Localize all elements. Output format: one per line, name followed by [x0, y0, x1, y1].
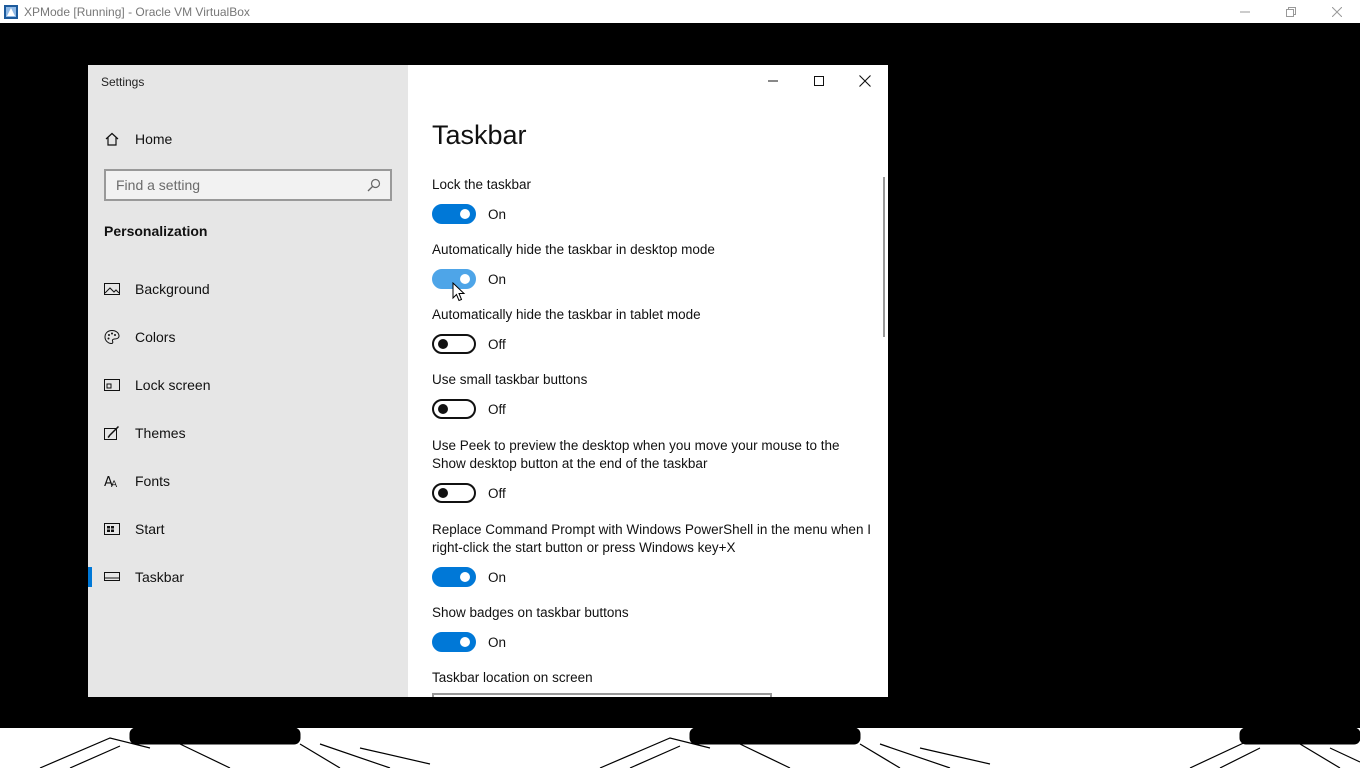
sidebar-item-label: Lock screen	[135, 377, 211, 393]
sidebar-item-colors[interactable]: Colors	[88, 313, 408, 361]
minimize-icon	[1240, 11, 1250, 12]
lock-screen-icon	[104, 377, 120, 393]
peek-toggle[interactable]	[432, 483, 476, 503]
setting-lock-taskbar: Lock the taskbar On	[432, 176, 872, 224]
sidebar-item-label: Colors	[135, 329, 176, 345]
section-header: Personalization	[104, 223, 208, 239]
host-window-title: XPMode [Running] - Oracle VM VirtualBox	[24, 4, 250, 19]
scrollbar-thumb[interactable]	[883, 177, 885, 337]
toggle-state: On	[488, 206, 507, 222]
setting-powershell: Replace Command Prompt with Windows Powe…	[432, 521, 872, 587]
toggle-state: On	[488, 634, 507, 650]
sidebar-item-taskbar[interactable]: Taskbar	[88, 553, 408, 601]
sidebar-item-label: Start	[135, 521, 165, 537]
brush-icon	[104, 425, 120, 441]
mouse-cursor-icon	[452, 282, 466, 302]
setting-label: Automatically hide the taskbar in tablet…	[432, 307, 701, 322]
setting-label: Lock the taskbar	[432, 177, 532, 192]
sidebar-item-fonts[interactable]: AA Fonts	[88, 457, 408, 505]
host-window-controls	[1222, 0, 1360, 23]
toggle-state: On	[488, 271, 507, 287]
taskbar-location-dropdown[interactable]	[432, 693, 772, 697]
sidebar-item-label: Taskbar	[135, 569, 185, 585]
setting-taskbar-location: Taskbar location on screen	[432, 669, 872, 687]
autohide-tablet-toggle[interactable]	[432, 334, 476, 354]
setting-label: Replace Command Prompt with Windows Powe…	[432, 522, 871, 555]
settings-window: Settings Home Personalization Background	[88, 65, 888, 697]
lock-taskbar-toggle[interactable]	[432, 204, 476, 224]
search-icon[interactable]	[366, 177, 382, 193]
picture-icon	[104, 281, 120, 297]
toggle-state: Off	[488, 336, 506, 352]
setting-label: Use small taskbar buttons	[432, 372, 588, 387]
small-buttons-toggle[interactable]	[432, 399, 476, 419]
toggle-state: Off	[488, 485, 506, 501]
palette-icon	[104, 329, 120, 345]
badges-toggle[interactable]	[432, 632, 476, 652]
virtualbox-app-icon[interactable]	[3, 4, 19, 20]
sidebar-item-label: Background	[135, 281, 210, 297]
home-icon	[104, 131, 120, 147]
home-nav-item[interactable]: Home	[104, 129, 172, 149]
font-icon: AA	[104, 473, 120, 489]
setting-peek: Use Peek to preview the desktop when you…	[432, 437, 872, 503]
sidebar-item-label: Themes	[135, 425, 186, 441]
page-title: Taskbar	[432, 120, 527, 150]
toggle-state: Off	[488, 401, 506, 417]
setting-autohide-desktop: Automatically hide the taskbar in deskto…	[432, 241, 872, 289]
setting-badges: Show badges on taskbar buttons On	[432, 604, 872, 652]
setting-label: Use Peek to preview the desktop when you…	[432, 438, 840, 471]
svg-text:A: A	[111, 480, 118, 489]
sidebar-item-lock-screen[interactable]: Lock screen	[88, 361, 408, 409]
sidebar-item-label: Fonts	[135, 473, 171, 489]
setting-label: Taskbar location on screen	[432, 670, 593, 685]
host-minimize-button[interactable]	[1222, 0, 1268, 23]
host-title-bar: XPMode [Running] - Oracle VM VirtualBox	[0, 0, 1360, 23]
host-desktop-strip	[0, 728, 1360, 768]
setting-label: Show badges on taskbar buttons	[432, 605, 629, 620]
start-icon	[104, 521, 120, 537]
sidebar-item-themes[interactable]: Themes	[88, 409, 408, 457]
search-input[interactable]	[116, 177, 366, 193]
content-pane: Taskbar Lock the taskbar On Automaticall…	[432, 65, 872, 697]
setting-small-buttons: Use small taskbar buttons Off	[432, 371, 872, 419]
setting-autohide-tablet: Automatically hide the taskbar in tablet…	[432, 306, 872, 354]
restore-icon	[1286, 6, 1296, 17]
sidebar-item-start[interactable]: Start	[88, 505, 408, 553]
close-icon	[1332, 6, 1342, 17]
sidebar: Settings Home Personalization Background	[88, 65, 408, 697]
search-box[interactable]	[104, 169, 392, 201]
host-restore-button[interactable]	[1268, 0, 1314, 23]
window-title: Settings	[101, 75, 145, 89]
taskbar-icon	[104, 569, 120, 585]
setting-label: Automatically hide the taskbar in deskto…	[432, 242, 715, 257]
sidebar-item-background[interactable]: Background	[88, 265, 408, 313]
powershell-toggle[interactable]	[432, 567, 476, 587]
home-label: Home	[135, 131, 173, 147]
nav-list: Background Colors Lock screen Themes A A…	[88, 265, 408, 601]
host-close-button[interactable]	[1314, 0, 1360, 23]
toggle-state: On	[488, 569, 507, 585]
